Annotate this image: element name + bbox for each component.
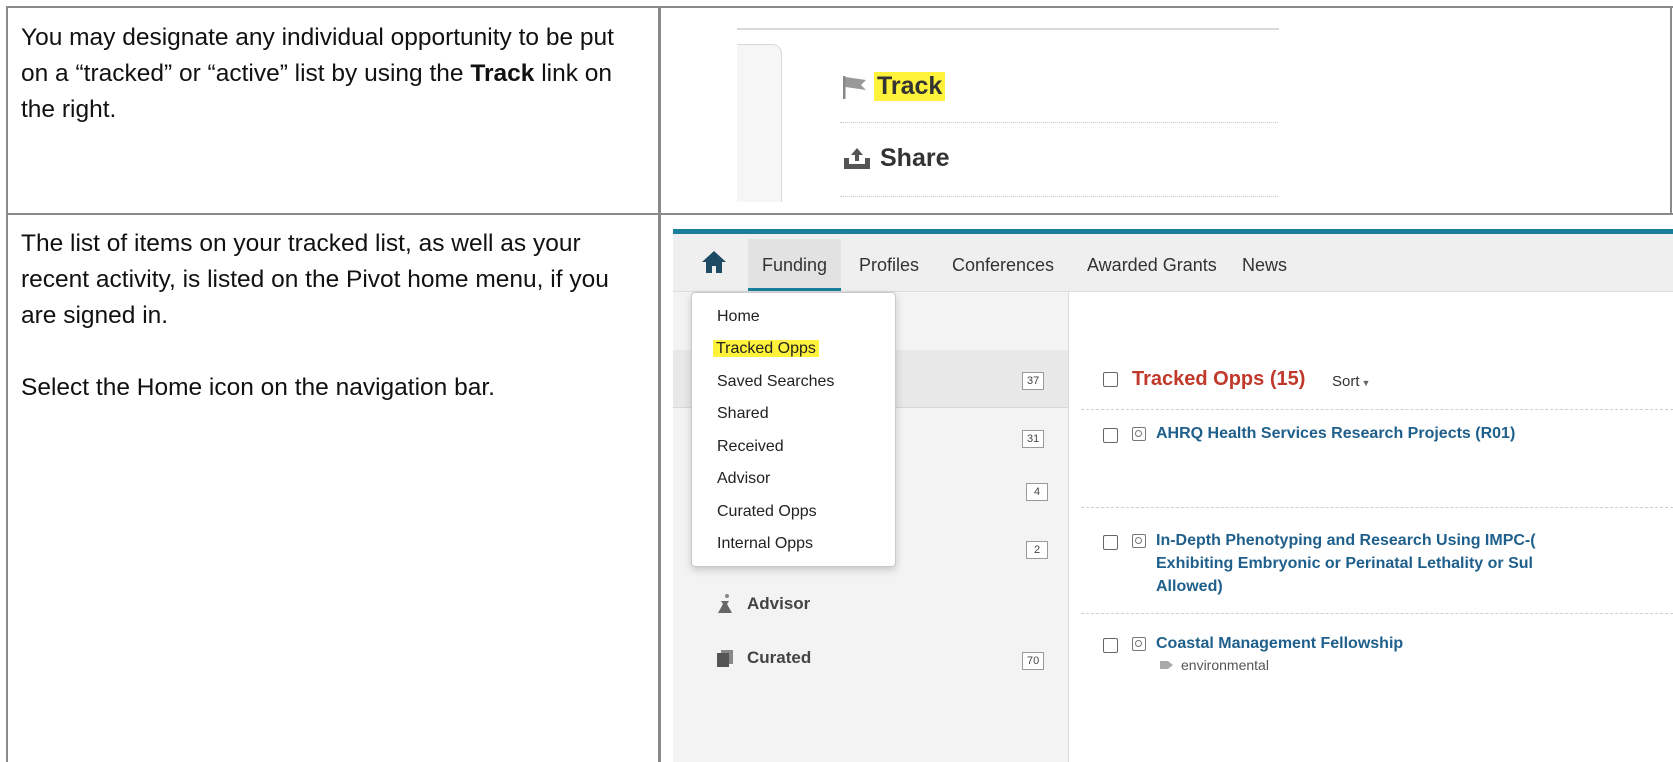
count-badge: 2 xyxy=(1026,541,1048,559)
menu-item-curated-opps[interactable]: Curated Opps xyxy=(717,503,817,521)
menu-item-shared[interactable]: Shared xyxy=(717,405,769,423)
count-badge: 4 xyxy=(1026,483,1048,501)
separator xyxy=(840,196,1279,197)
menu-item-tracked-opps[interactable]: Tracked Opps xyxy=(713,340,819,358)
main-panel: Tracked Opps (15) Sort ▼ AHRQ Health Serv… xyxy=(1069,292,1673,762)
preview-icon[interactable] xyxy=(1132,637,1146,651)
sidebar-item-label: Curated xyxy=(747,648,812,667)
sidebar-item-label: Advisor xyxy=(747,594,811,613)
row-checkbox[interactable] xyxy=(1103,638,1118,653)
home-icon[interactable] xyxy=(701,250,727,274)
share-link[interactable]: Share xyxy=(840,144,949,173)
divider xyxy=(1081,409,1673,410)
opportunity-link[interactable]: Coastal Management Fellowship xyxy=(1156,633,1403,655)
tag-icon xyxy=(1160,661,1173,669)
table-border-left xyxy=(6,6,8,762)
share-label: Share xyxy=(880,144,950,172)
navigation-bar: Funding Profiles Conferences Awarded Gra… xyxy=(673,234,1673,292)
row1-text-bold: Track xyxy=(470,60,535,87)
separator xyxy=(840,122,1279,123)
left-panel xyxy=(737,44,782,202)
menu-item-label: Tracked Opps xyxy=(713,340,819,357)
preview-icon[interactable] xyxy=(1132,427,1146,441)
count-badge: 70 xyxy=(1022,652,1045,670)
nav-news[interactable]: News xyxy=(1242,239,1287,291)
pivot-home-screenshot: Funding Profiles Conferences Awarded Gra… xyxy=(673,229,1673,762)
row-checkbox[interactable] xyxy=(1103,535,1118,550)
share-icon xyxy=(844,147,870,169)
row-checkbox[interactable] xyxy=(1103,428,1118,443)
top-rule xyxy=(737,28,1279,30)
table-border-middle xyxy=(658,6,661,762)
nav-conferences[interactable]: Conferences xyxy=(952,239,1054,291)
track-share-screenshot: Track Share xyxy=(737,14,1279,202)
opportunity-link-cont[interactable]: Exhibiting Embryonic or Perinatal Lethal… xyxy=(1156,553,1533,575)
table-row-divider xyxy=(6,213,1673,215)
opportunity-link[interactable]: AHRQ Health Services Research Projects (… xyxy=(1156,423,1515,445)
tag-label[interactable]: environmental xyxy=(1181,657,1269,673)
menu-item-internal-opps[interactable]: Internal Opps xyxy=(717,535,813,553)
row2-paragraph-2: Select the Home icon on the navigation b… xyxy=(21,374,495,401)
opportunity-link-cont[interactable]: Allowed) xyxy=(1156,576,1223,598)
flask-icon xyxy=(718,594,732,613)
menu-item-received[interactable]: Received xyxy=(717,438,784,456)
divider xyxy=(1081,613,1673,614)
row1-instruction-text: You may designate any individual opportu… xyxy=(21,20,641,128)
divider xyxy=(1081,507,1673,508)
tag-row: environmental xyxy=(1159,657,1269,673)
row2-instruction-text: The list of items on your tracked list, … xyxy=(21,226,646,406)
home-dropdown-menu: Home Tracked Opps Saved Searches Shared … xyxy=(691,292,896,567)
sort-label: Sort xyxy=(1332,373,1360,390)
track-label: Track xyxy=(874,72,946,101)
flag-icon xyxy=(843,75,866,99)
sidebar-item-curated[interactable]: Curated xyxy=(715,648,811,668)
nav-profiles[interactable]: Profiles xyxy=(859,239,919,291)
opportunity-link[interactable]: In-Depth Phenotyping and Research Using … xyxy=(1156,530,1536,552)
row2-paragraph-1: The list of items on your tracked list, … xyxy=(21,230,609,329)
sort-dropdown[interactable]: Sort ▼ xyxy=(1332,373,1370,390)
menu-item-advisor[interactable]: Advisor xyxy=(717,470,770,488)
tracked-opps-title: Tracked Opps (15) xyxy=(1132,368,1306,390)
count-badge: 37 xyxy=(1022,372,1045,390)
sidebar-item-advisor[interactable]: Advisor xyxy=(715,593,810,615)
table-border-right xyxy=(1670,6,1672,214)
caret-down-icon: ▼ xyxy=(1361,378,1371,388)
documents-icon xyxy=(717,650,733,667)
menu-item-home[interactable]: Home xyxy=(717,308,760,326)
nav-funding[interactable]: Funding xyxy=(748,239,842,291)
select-all-checkbox[interactable] xyxy=(1103,372,1118,387)
menu-item-saved-searches[interactable]: Saved Searches xyxy=(717,373,834,391)
nav-awarded-grants[interactable]: Awarded Grants xyxy=(1087,239,1217,291)
table-border-top xyxy=(6,6,1673,8)
preview-icon[interactable] xyxy=(1132,534,1146,548)
count-badge: 31 xyxy=(1022,430,1045,448)
track-link[interactable]: Track xyxy=(840,72,946,101)
